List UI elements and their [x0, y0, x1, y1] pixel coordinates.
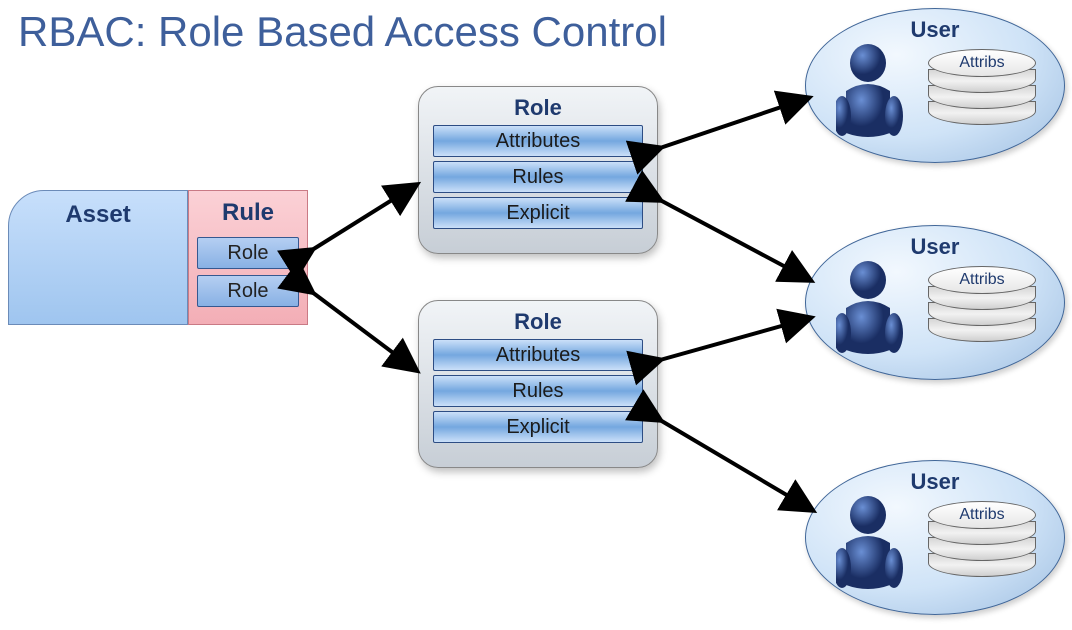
- attribs-label: Attribs: [928, 266, 1036, 294]
- connector-arrow: [0, 0, 1072, 630]
- attribs-label: Attribs: [928, 501, 1036, 529]
- attribs-label: Attribs: [928, 49, 1036, 77]
